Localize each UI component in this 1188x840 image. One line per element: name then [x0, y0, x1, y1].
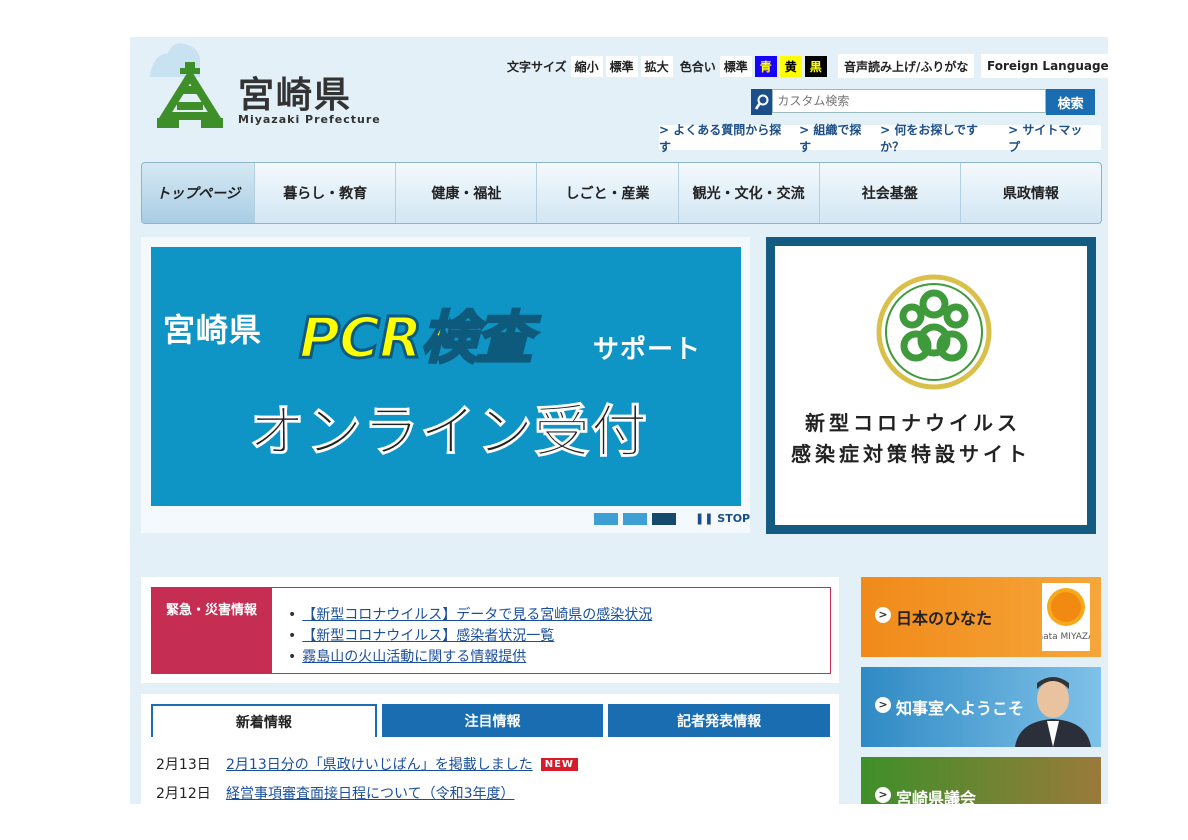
speech-button[interactable]: 音声読み上げ/ふりがな [838, 54, 975, 78]
news-title[interactable]: 2月13日分の「県政けいじばん」を掲載しました [226, 754, 533, 774]
list-item[interactable]: 【新型コロナウイルス】データで見る宮崎県の感染状況 [288, 605, 652, 626]
table-row: 2月13日 2月13日分の「県政けいじばん」を掲載しました NEW [156, 754, 578, 774]
quick-links: > よくある質問から探す > 組織で探す > 何をお探しですか？ > サイトマッ… [659, 123, 1101, 154]
list-item[interactable]: 【新型コロナウイルス】感染者状況一覧 [288, 626, 652, 647]
slide-dot-active[interactable] [652, 513, 676, 525]
arrow-icon: > [875, 697, 891, 713]
tab-featured[interactable]: 注目情報 [381, 704, 604, 737]
new-badge: NEW [540, 757, 578, 771]
nav-item-infrastructure[interactable]: 社会基盤 [820, 163, 961, 223]
slide-indicators [594, 513, 676, 525]
pause-icon: ❚❚ [695, 512, 714, 525]
list-item[interactable]: 霧島山の火山活動に関する情報提供 [288, 647, 652, 668]
hinata-logo-icon: hinata MIYAZAKI [1042, 583, 1090, 651]
search-icon [751, 89, 773, 115]
family-icon [876, 274, 992, 390]
arrow-icon: > [875, 787, 891, 803]
font-size-label: 文字サイズ [507, 59, 567, 74]
quick-link-search[interactable]: > 何をお探しですか？ [880, 121, 1000, 155]
font-small-button[interactable]: 縮小 [570, 55, 603, 77]
news-tabs: 新着情報 注目情報 記者発表情報 [151, 704, 831, 737]
font-normal-button[interactable]: 標準 [605, 55, 638, 77]
banner-pcr: PCR検査 [297, 305, 533, 373]
emergency-list: 【新型コロナウイルス】データで見る宮崎県の感染状況 【新型コロナウイルス】感染者… [288, 605, 652, 668]
logo-title[interactable]: 宮崎県 [238, 66, 352, 118]
governor-banner[interactable]: > 知事室へようこそ [861, 667, 1101, 747]
hinata-logo-text: hinata MIYAZAKI [1042, 632, 1090, 642]
color-blue-button[interactable]: 青 [754, 55, 777, 77]
tab-new[interactable]: 新着情報 [151, 704, 377, 737]
color-black-button[interactable]: 黒 [804, 55, 827, 77]
news-date: 2月12日 [156, 786, 211, 802]
banner-support: サポート [593, 335, 702, 365]
arrow-icon: > [875, 607, 891, 623]
nav-item-tourism[interactable]: 観光・文化・交流 [679, 163, 820, 223]
quick-link-faq[interactable]: > よくある質問から探す [659, 121, 791, 155]
foreign-language-button[interactable]: Foreign Language [981, 54, 1115, 78]
font-large-button[interactable]: 拡大 [640, 55, 673, 77]
stop-button[interactable]: ❚❚ STOP [695, 512, 750, 525]
nav-item-top[interactable]: トップページ [142, 163, 256, 223]
slide-dot[interactable] [594, 513, 618, 525]
covid-title-2: 感染症対策特設サイト [791, 442, 1031, 466]
color-yellow-button[interactable]: 黄 [779, 55, 802, 77]
banner-prefecture: 宮崎県 [163, 311, 263, 349]
governor-portrait-icon [1015, 677, 1091, 747]
news-date: 2月13日 [156, 757, 211, 773]
pcr-banner[interactable]: 宮崎県 PCR検査 サポート オンライン受付 [151, 247, 741, 506]
nav-item-health[interactable]: 健康・福祉 [396, 163, 538, 223]
quick-link-sitemap[interactable]: > サイトマップ [1008, 121, 1093, 155]
slide-dot[interactable] [623, 513, 647, 525]
color-label: 色合い [679, 59, 716, 74]
global-nav: トップページ 暮らし・教育 健康・福祉 しごと・産業 観光・文化・交流 社会基盤… [141, 162, 1102, 224]
logo-subtitle: Miyazaki Prefecture [238, 113, 381, 126]
search-button[interactable]: 検索 [1046, 89, 1096, 115]
tab-press[interactable]: 記者発表情報 [608, 704, 831, 737]
news-title[interactable]: 経営事項審査面接日程について（令和3年度） [226, 783, 515, 803]
banner-online: オンライン受付 [249, 400, 648, 466]
quick-link-org[interactable]: > 組織で探す [799, 121, 872, 155]
text-size-controls: 文字サイズ 縮小 標準 拡大 色合い 標準 青 黄 黒 [503, 54, 830, 78]
assembly-banner[interactable]: > 宮崎県議会 [861, 757, 1101, 804]
nav-item-work[interactable]: しごと・産業 [537, 163, 679, 223]
nav-item-life[interactable]: 暮らし・教育 [255, 163, 397, 223]
search-bar: 検索 [751, 89, 1096, 115]
emergency-label: 緊急・災害情報 [151, 587, 272, 673]
nav-item-government[interactable]: 県政情報 [961, 163, 1101, 223]
covid-title-1: 新型コロナウイルス [805, 411, 1021, 435]
table-row: 2月12日 経営事項審査面接日程について（令和3年度） [156, 783, 515, 803]
color-normal-button[interactable]: 標準 [719, 55, 752, 77]
governor-label: 知事室へようこそ [896, 699, 1025, 718]
hinata-label: 日本のひなた [896, 609, 993, 628]
search-input[interactable] [772, 89, 1047, 113]
assembly-label: 宮崎県議会 [896, 789, 977, 804]
